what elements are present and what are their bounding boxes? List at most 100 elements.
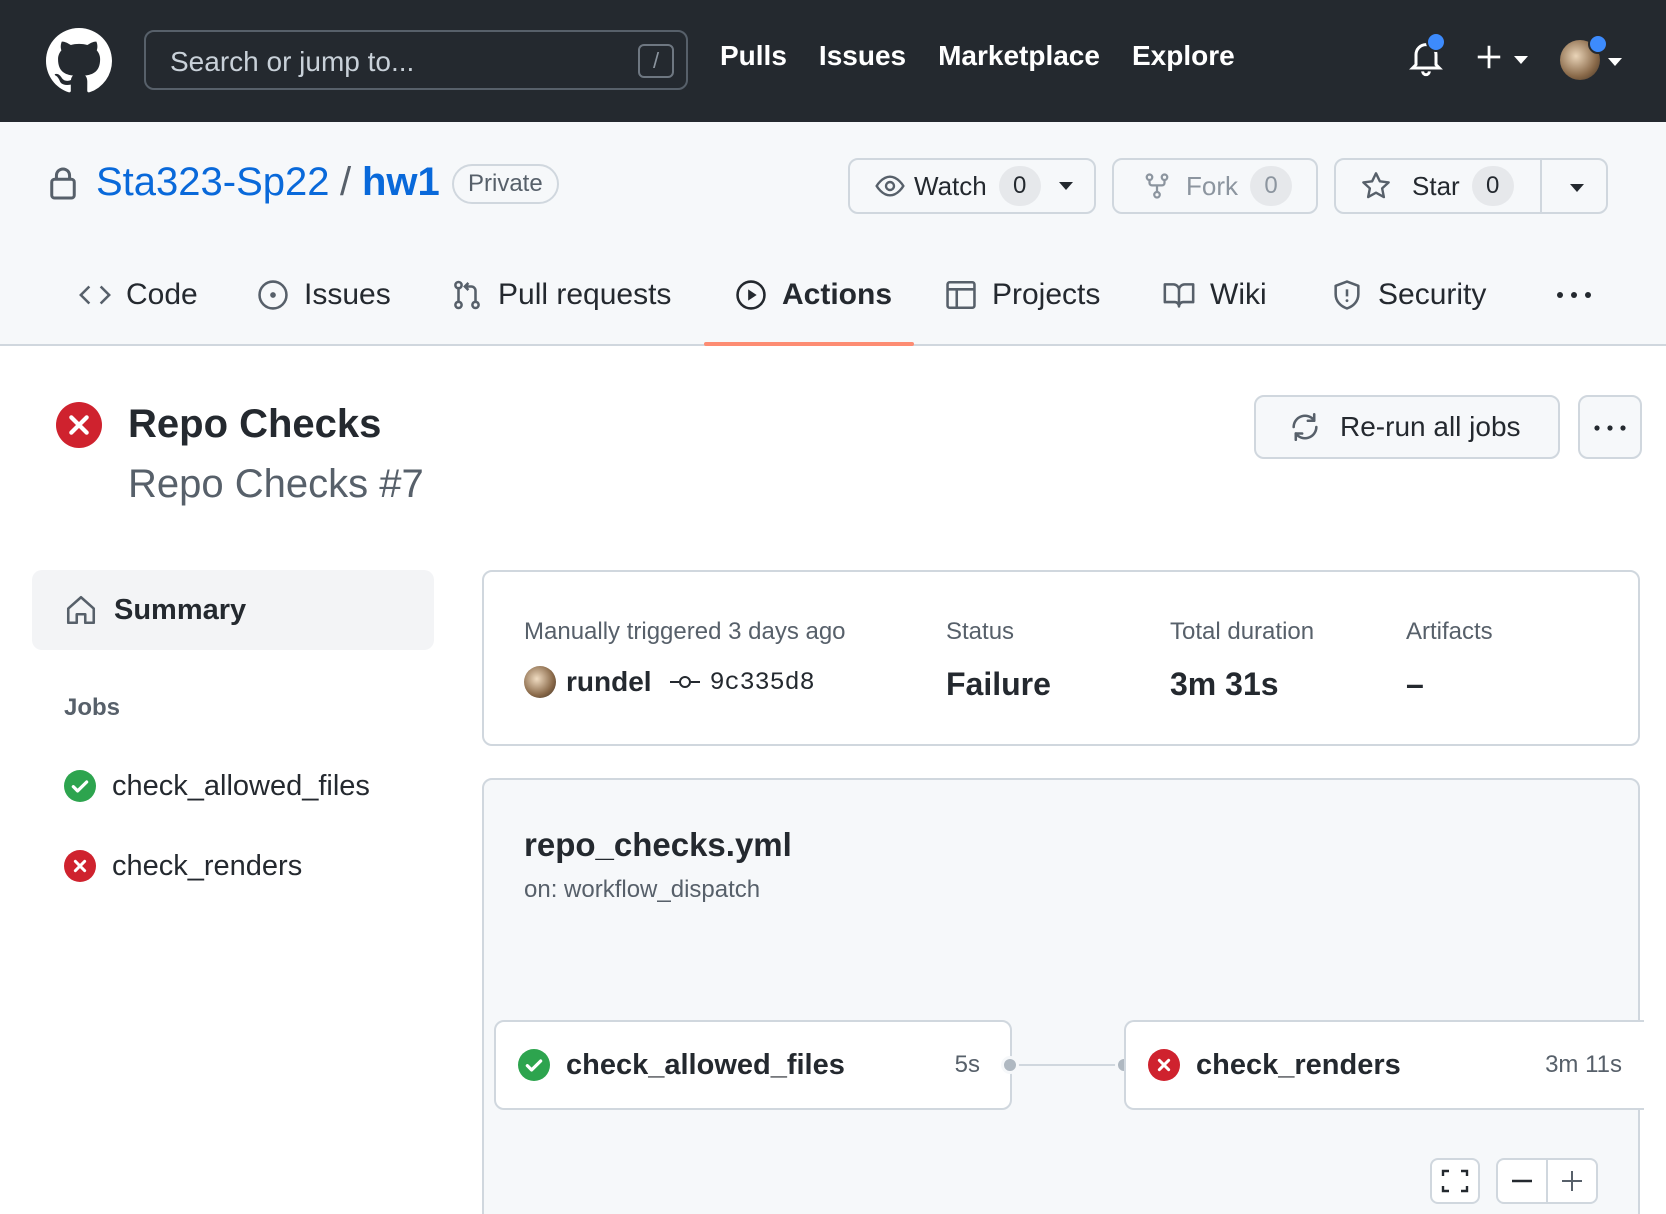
tab-code[interactable]: Code [78,272,198,318]
plus-icon [1477,45,1501,69]
git-pull-request-icon [454,280,480,310]
workflow-file-name[interactable]: repo_checks.yml [524,826,792,864]
watch-count: 0 [998,166,1041,206]
plus-icon [1561,1171,1582,1191]
repo-name-link[interactable]: hw1 [362,160,440,205]
screen-full-icon [1441,1169,1469,1193]
nav-pulls[interactable]: Pulls [720,40,787,72]
job-name: check_renders [1196,1048,1401,1081]
run-options-button[interactable] [1578,395,1642,459]
book-icon [1163,283,1195,308]
visibility-badge: Private [452,164,559,204]
repo-tabs: Code Issues Pull requests Actions Projec… [0,252,1666,346]
star-count: 0 [1471,166,1514,206]
fork-label: Fork [1186,170,1238,201]
check-circle-fill-icon [64,770,96,802]
tab-label: Wiki [1210,278,1267,311]
graph-job-check-allowed-files[interactable]: check_allowed_files 5s [494,1020,1012,1110]
play-icon [736,280,766,310]
fork-button[interactable]: Fork 0 [1112,158,1318,214]
kebab-horizontal-icon [1594,425,1626,431]
fork-count: 0 [1250,166,1292,206]
tab-projects[interactable]: Projects [944,272,1100,318]
issue-opened-icon [258,280,288,310]
table-icon [946,280,976,310]
global-nav: Pulls Issues Marketplace Explore [720,40,1235,72]
duration-label: Total duration [1170,618,1315,645]
run-summary-card: Manually triggered 3 days ago rundel 9c3… [482,570,1640,746]
star-icon [1362,172,1390,199]
rerun-all-jobs-button[interactable]: Re-run all jobs [1254,395,1560,459]
nav-marketplace[interactable]: Marketplace [938,40,1100,72]
chevron-down-icon[interactable] [1570,184,1584,192]
repo-owner-link[interactable]: Sta323-Sp22 [96,160,330,205]
output-port [1001,1056,1019,1074]
dash-icon [1512,1179,1533,1183]
notification-dot [1426,32,1446,52]
duration-column: Total duration 3m 31s [1170,618,1314,703]
status-label: Status [946,618,1015,645]
jobs-heading: Jobs [64,694,121,721]
summary-label: Summary [114,593,247,626]
graph-job-check-renders[interactable]: check_renders 3m 11s [1124,1020,1644,1110]
x-circle-fill-icon [56,402,102,448]
artifacts-value: – [1406,666,1424,702]
workflow-graph: repo_checks.yml on: workflow_dispatch ch… [482,778,1644,1214]
code-icon [79,285,111,305]
create-new-menu[interactable] [1474,38,1534,78]
fullscreen-button[interactable] [1430,1158,1480,1204]
kebab-horizontal-icon [1557,292,1591,298]
nav-issues[interactable]: Issues [819,40,906,72]
trigger-column: Manually triggered 3 days ago rundel 9c3… [524,618,846,698]
check-circle-fill-icon [518,1049,550,1081]
eye-icon [875,175,905,197]
watch-button[interactable]: Watch 0 [848,158,1096,214]
zoom-controls [1496,1158,1598,1204]
duration-value: 3m 31s [1170,666,1279,702]
chevron-down-icon [1058,182,1073,190]
status-value: Failure [946,666,1051,702]
sidebar-job-check-allowed-files[interactable]: check_allowed_files [64,766,370,806]
job-duration: 5s [954,1051,980,1078]
tab-pull-requests[interactable]: Pull requests [450,272,671,318]
home-icon [66,595,96,625]
tab-security[interactable]: Security [1330,272,1486,318]
watch-label: Watch [914,170,987,201]
notifications-button[interactable] [1406,32,1446,78]
job-duration: 3m 11s [1545,1051,1622,1078]
commit-sha-link[interactable]: 9c335d8 [710,668,815,697]
nav-explore[interactable]: Explore [1132,40,1235,72]
tab-issues[interactable]: Issues [256,272,391,318]
zoom-out-button[interactable] [1498,1160,1546,1202]
repo-forked-icon [1145,173,1169,199]
tab-wiki[interactable]: Wiki [1162,272,1267,318]
tab-actions[interactable]: Actions [734,272,892,318]
job-name: check_allowed_files [566,1048,845,1081]
chevron-down-icon [1608,58,1622,66]
sidebar-job-check-renders[interactable]: check_renders [64,846,302,886]
workflow-trigger: on: workflow_dispatch [524,876,761,903]
repo-header: Sta323-Sp22 / hw1 Private Watch 0 Fork 0… [0,122,1666,346]
sidebar-item-summary[interactable]: Summary [32,570,434,650]
tab-label: Actions [782,278,893,311]
tab-label: Projects [992,278,1101,311]
search-input[interactable]: Search or jump to... / [144,30,688,90]
x-circle-fill-icon [1148,1049,1180,1081]
trigger-label: Manually triggered 3 days ago [524,618,846,645]
job-name: check_renders [112,849,303,882]
zoom-in-button[interactable] [1548,1160,1596,1202]
global-header: Search or jump to... / Pulls Issues Mark… [0,0,1666,122]
tab-label: Code [126,278,198,311]
more-tabs-button[interactable] [1554,272,1608,318]
lock-icon [50,167,76,200]
job-name: check_allowed_files [112,769,370,802]
shield-icon [1334,280,1360,310]
run-subtitle: Repo Checks #7 [128,462,424,506]
github-logo-icon[interactable] [46,28,112,94]
keyboard-shortcut-hint: / [638,44,674,78]
star-button[interactable]: Star 0 [1334,158,1608,214]
artifacts-label: Artifacts [1406,618,1493,645]
repo-path-separator: / [340,160,352,204]
actor-link[interactable]: rundel [566,666,652,698]
status-column: Status Failure [946,618,1051,703]
